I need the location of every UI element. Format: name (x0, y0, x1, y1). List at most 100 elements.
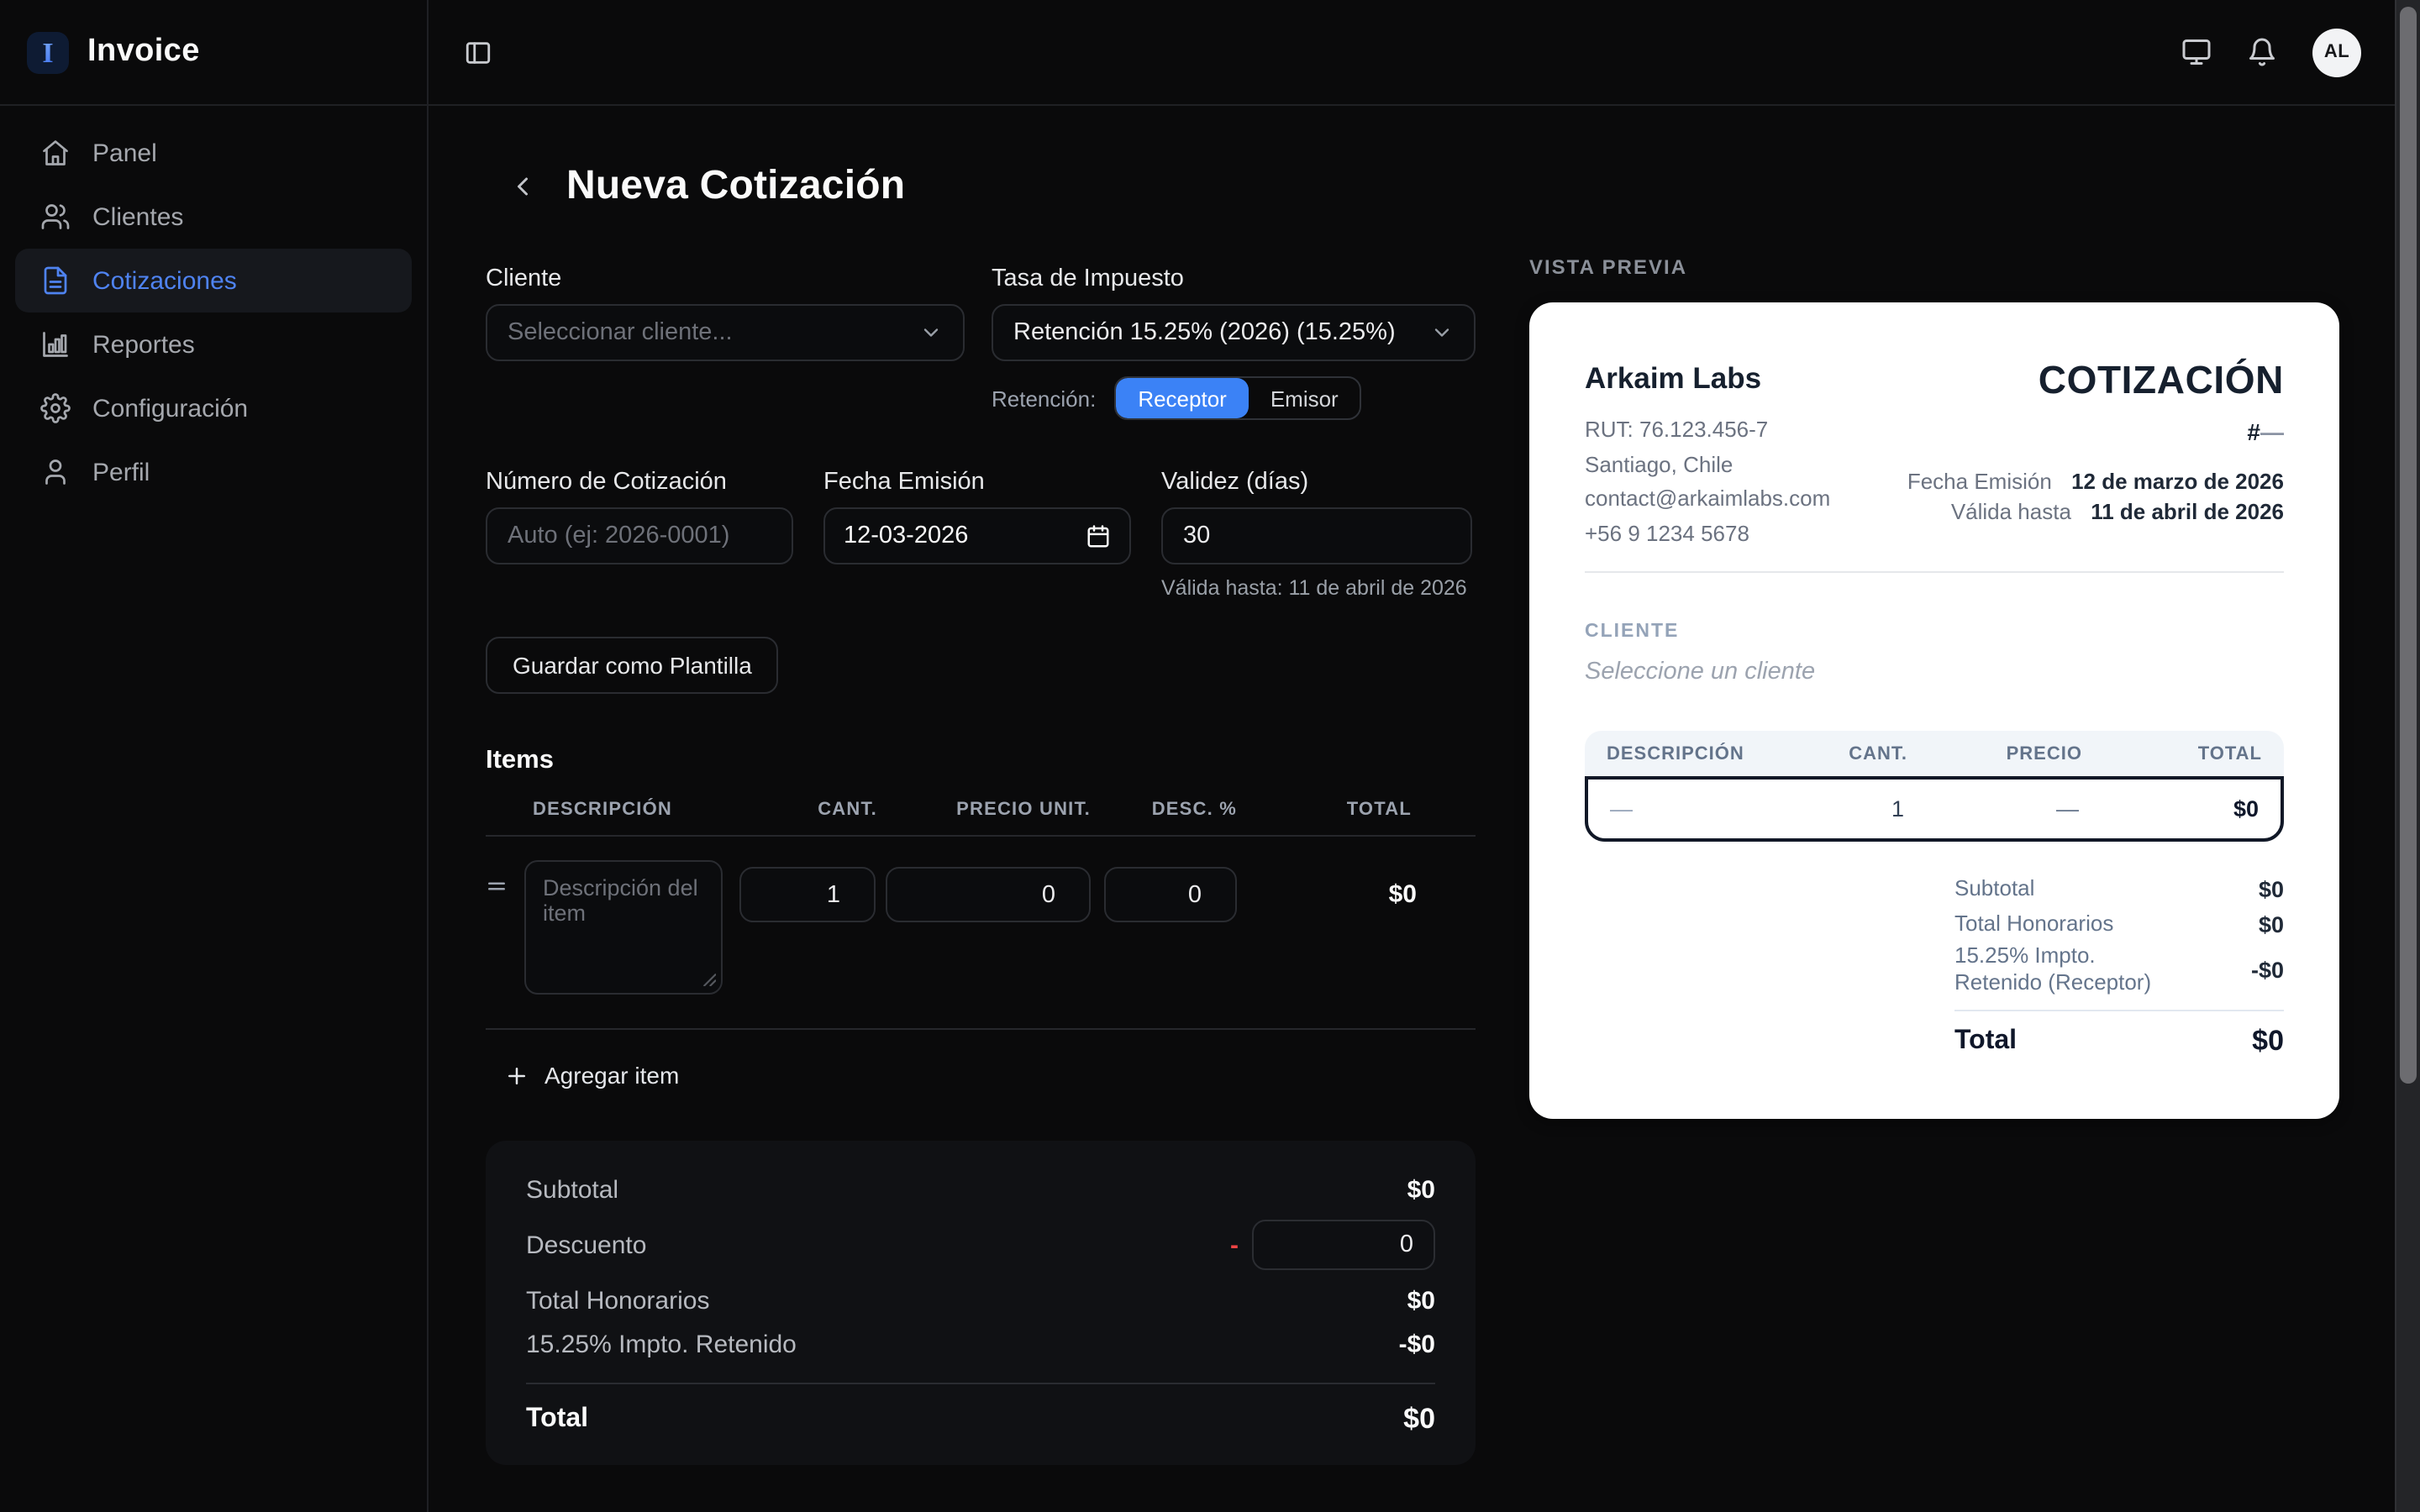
inv-col-cant: CANT. (1756, 743, 1907, 764)
doc-fecha-row: Fecha Emisión 12 de marzo de 2026 (1907, 467, 2284, 497)
validez-input[interactable] (1161, 507, 1472, 564)
panel-left-icon (464, 38, 492, 66)
totals-divider (526, 1383, 1435, 1384)
company-phone: +56 9 1234 5678 (1585, 517, 1907, 551)
invoice-divider (1585, 571, 2284, 573)
home-icon (40, 138, 71, 168)
item-desc-pct-input[interactable] (1104, 867, 1237, 922)
app-name: Invoice (87, 34, 200, 71)
inv-col-descripcion: DESCRIPCIÓN (1607, 743, 1756, 764)
chevron-left-icon (508, 171, 538, 202)
descuento-minus: - (1230, 1231, 1252, 1259)
invoice-cliente-heading: CLIENTE (1585, 622, 2284, 642)
topbar-main: AL (429, 0, 2420, 104)
doc-valida-row: Válida hasta 11 de abril de 2026 (1907, 497, 2284, 528)
sidebar-item-clientes[interactable]: Clientes (15, 185, 412, 249)
page-title-row: Nueva Cotización (486, 161, 1476, 212)
save-template-button[interactable]: Guardar como Plantilla (486, 637, 779, 694)
inv-total-value: $0 (2252, 1025, 2284, 1058)
col-precio-unit: PRECIO UNIT. (877, 799, 1091, 819)
avatar[interactable]: AL (2312, 28, 2361, 76)
sidebar-item-label: Reportes (92, 330, 195, 359)
col-total: TOTAL (1237, 799, 1476, 819)
inv-row-precio: — (1904, 796, 2079, 822)
invoice-header: Arkaim Labs RUT: 76.123.456-7 Santiago, … (1585, 358, 2284, 551)
sidebar-item-label: Clientes (92, 202, 183, 231)
sidebar-item-label: Perfil (92, 458, 150, 486)
inv-honorarios-row: Total Honorarios $0 (1954, 907, 2284, 941)
retencion-option-receptor[interactable]: Receptor (1116, 378, 1249, 418)
total-value: $0 (1403, 1403, 1435, 1436)
sidebar-item-panel[interactable]: Panel (15, 121, 412, 185)
validez-helper: Válida hasta: 11 de abril de 2026 (1161, 576, 1472, 600)
item-row: $0 (486, 860, 1476, 1003)
company-name: Arkaim Labs (1585, 358, 1907, 398)
inv-row-cant: 1 (1753, 796, 1904, 822)
back-button[interactable] (508, 171, 538, 202)
preview-heading: VISTA PREVIA (1529, 255, 2339, 279)
col-desc-pct: DESC. % (1091, 799, 1237, 819)
subtotal-label: Subtotal (526, 1175, 618, 1204)
sidebar-item-perfil[interactable]: Perfil (15, 440, 412, 504)
topbar-actions: AL (2181, 28, 2361, 76)
fecha-value: 12-03-2026 (844, 522, 1086, 549)
sidebar-toggle-button[interactable] (464, 38, 492, 66)
cliente-select[interactable]: Seleccionar cliente... (486, 304, 965, 361)
sidebar: Panel Clientes Cotizaciones Reportes Con… (0, 106, 429, 1512)
sidebar-item-reportes[interactable]: Reportes (15, 312, 412, 376)
sidebar-item-cotizaciones[interactable]: Cotizaciones (15, 249, 412, 312)
descuento-label: Descuento (526, 1231, 646, 1259)
total-row: Total $0 (526, 1398, 1435, 1441)
impuesto-label: 15.25% Impto. Retenido (526, 1330, 797, 1358)
brand: I Invoice (0, 0, 429, 104)
item-precio-input[interactable] (886, 867, 1091, 922)
invoice-table-row: — 1 — $0 (1585, 776, 2284, 842)
fecha-input[interactable]: 12-03-2026 (823, 507, 1131, 564)
sidebar-item-configuracion[interactable]: Configuración (15, 376, 412, 440)
doc-valida-value: 11 de abril de 2026 (2091, 499, 2284, 524)
inv-impuesto-label: 15.25% Impto. Retenido (Receptor) (1954, 942, 2173, 996)
totals-box: Subtotal $0 Descuento - Total Honorarios… (486, 1141, 1476, 1465)
company-city: Santiago, Chile (1585, 448, 1907, 482)
chevron-down-icon (1430, 321, 1454, 344)
chevron-down-icon (919, 321, 943, 344)
impuesto-row: 15.25% Impto. Retenido -$0 (526, 1322, 1435, 1366)
notifications-button[interactable] (2247, 37, 2277, 67)
item-total: $0 (1237, 860, 1476, 909)
total-label: Total (526, 1404, 588, 1435)
items-heading: Items (486, 746, 1476, 776)
invoice-totals: Subtotal $0 Total Honorarios $0 15.25% I… (1954, 872, 2284, 1058)
col-descripcion: DESCRIPCIÓN (486, 799, 739, 819)
monitor-icon (2181, 37, 2212, 67)
company-rut: RUT: 76.123.456-7 (1585, 413, 1907, 448)
item-description-input[interactable] (524, 860, 723, 995)
scrollbar-track[interactable] (2395, 0, 2420, 1512)
theme-toggle-button[interactable] (2181, 37, 2212, 67)
drag-handle-icon[interactable] (486, 860, 524, 906)
retencion-option-emisor[interactable]: Emisor (1249, 378, 1360, 418)
inv-col-total: TOTAL (2082, 743, 2262, 764)
invoice-table-header: DESCRIPCIÓN CANT. PRECIO TOTAL (1585, 731, 2284, 776)
doc-number-hash: # (2247, 418, 2260, 445)
subtotal-value: $0 (1407, 1175, 1435, 1204)
app-logo-icon: I (27, 31, 69, 73)
bar-chart-icon (40, 329, 71, 360)
cliente-label: Cliente (486, 265, 965, 292)
descuento-input[interactable] (1252, 1220, 1435, 1270)
sidebar-item-label: Panel (92, 139, 157, 167)
inv-impuesto-row: 15.25% Impto. Retenido (Receptor) -$0 (1954, 942, 2284, 996)
inv-subtotal-row: Subtotal $0 (1954, 872, 2284, 906)
item-cant-input[interactable] (739, 867, 876, 922)
honorarios-label: Total Honorarios (526, 1286, 709, 1315)
add-item-label: Agregar item (544, 1062, 679, 1089)
inv-totals-divider (1954, 1010, 2284, 1011)
doc-title: COTIZACIÓN (1907, 358, 2284, 402)
doc-fecha-label: Fecha Emisión (1907, 469, 2052, 494)
invoice-preview-card: Arkaim Labs RUT: 76.123.456-7 Santiago, … (1529, 302, 2339, 1119)
numero-input[interactable] (486, 507, 793, 564)
fecha-label: Fecha Emisión (823, 469, 1131, 496)
add-item-button[interactable]: Agregar item (486, 1057, 679, 1094)
tasa-select[interactable]: Retención 15.25% (2026) (15.25%) (992, 304, 1476, 361)
scrollbar-thumb[interactable] (2400, 7, 2417, 1084)
subtotal-row: Subtotal $0 (526, 1168, 1435, 1211)
